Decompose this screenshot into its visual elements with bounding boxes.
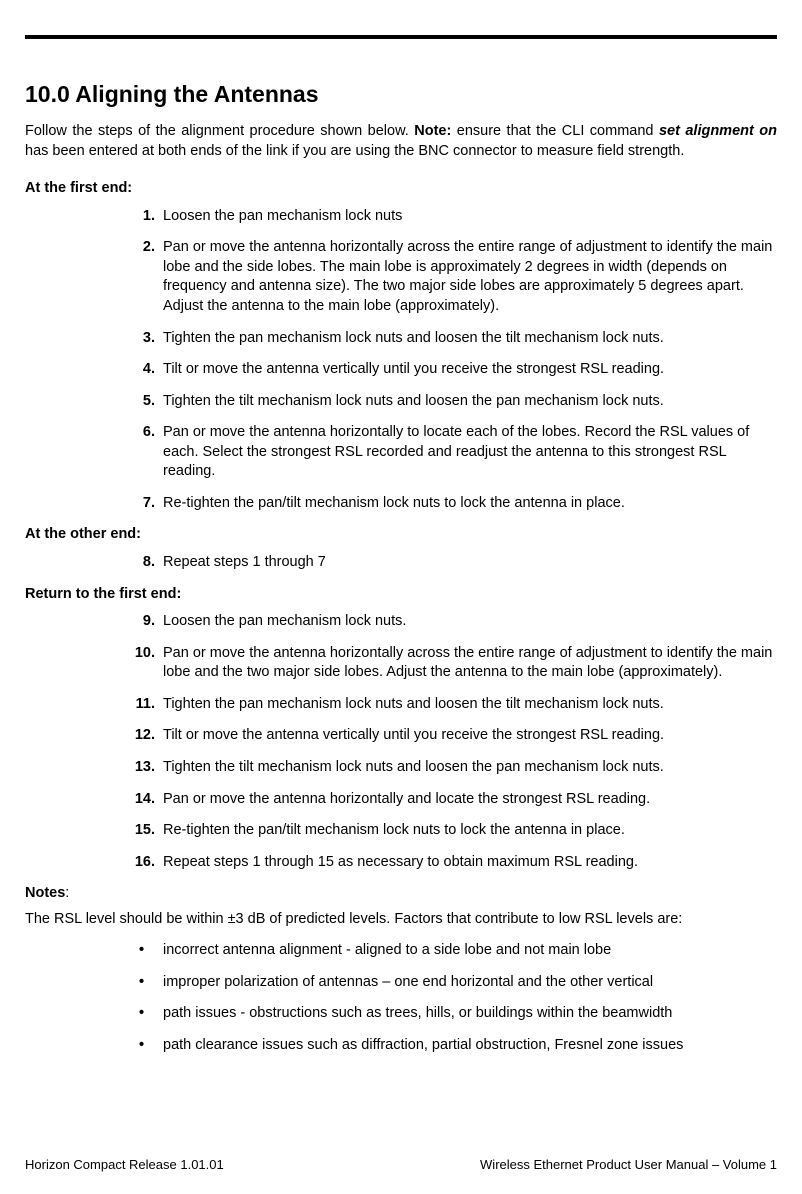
- step-text: Tighten the pan mechanism lock nuts and …: [163, 696, 664, 712]
- step-number: 13.: [127, 758, 155, 778]
- subhead-first-end: At the first end:: [25, 179, 777, 199]
- step-7: 7.Re-tighten the pan/tilt mechanism lock…: [135, 494, 777, 514]
- step-number: 12.: [127, 726, 155, 746]
- bullet-2: improper polarization of antennas – one …: [135, 973, 777, 993]
- intro-text-c: has been entered at both ends of the lin…: [25, 143, 684, 159]
- step-text: Tighten the tilt mechanism lock nuts and…: [163, 393, 664, 409]
- step-number: 3.: [127, 329, 155, 349]
- subhead-return-first: Return to the first end:: [25, 585, 777, 605]
- footer-right: Wireless Ethernet Product User Manual – …: [480, 1156, 777, 1174]
- step-text: Re-tighten the pan/tilt mechanism lock n…: [163, 822, 625, 838]
- step-text: Re-tighten the pan/tilt mechanism lock n…: [163, 495, 625, 511]
- step-text: Tilt or move the antenna vertically unti…: [163, 727, 664, 743]
- step-11: 11.Tighten the pan mechanism lock nuts a…: [135, 695, 777, 715]
- step-text: Tilt or move the antenna vertically unti…: [163, 361, 664, 377]
- steps-first-end: 1.Loosen the pan mechanism lock nuts 2.P…: [25, 207, 777, 514]
- step-number: 2.: [127, 238, 155, 258]
- step-text: Repeat steps 1 through 7: [163, 554, 326, 570]
- bullet-4: path clearance issues such as diffractio…: [135, 1036, 777, 1056]
- step-text: Loosen the pan mechanism lock nuts: [163, 208, 402, 224]
- steps-return-first: 9.Loosen the pan mechanism lock nuts. 10…: [25, 612, 777, 872]
- step-14: 14.Pan or move the antenna horizontally …: [135, 790, 777, 810]
- notes-colon: :: [65, 885, 69, 901]
- step-12: 12.Tilt or move the antenna vertically u…: [135, 726, 777, 746]
- step-number: 10.: [127, 644, 155, 664]
- step-8: 8.Repeat steps 1 through 7: [135, 553, 777, 573]
- bullet-1: incorrect antenna alignment - aligned to…: [135, 941, 777, 961]
- step-3: 3.Tighten the pan mechanism lock nuts an…: [135, 329, 777, 349]
- page-footer: Horizon Compact Release 1.01.01 Wireless…: [25, 1156, 777, 1174]
- notes-intro: The RSL level should be within ±3 dB of …: [25, 910, 777, 930]
- step-number: 1.: [127, 207, 155, 227]
- step-text: Loosen the pan mechanism lock nuts.: [163, 613, 406, 629]
- page-title: 10.0 Aligning the Antennas: [25, 79, 777, 110]
- notes-bullets: incorrect antenna alignment - aligned to…: [25, 941, 777, 1055]
- step-number: 11.: [127, 695, 155, 715]
- step-10: 10.Pan or move the antenna horizontally …: [135, 644, 777, 683]
- step-text: Repeat steps 1 through 15 as necessary t…: [163, 854, 638, 870]
- notes-heading: Notes:: [25, 884, 777, 904]
- step-number: 6.: [127, 423, 155, 443]
- intro-text-a: Follow the steps of the alignment proced…: [25, 123, 414, 139]
- step-text: Pan or move the antenna horizontally acr…: [163, 645, 772, 681]
- intro-paragraph: Follow the steps of the alignment proced…: [25, 122, 777, 161]
- notes-label: Notes: [25, 885, 65, 901]
- top-rule: [25, 35, 777, 39]
- step-1: 1.Loosen the pan mechanism lock nuts: [135, 207, 777, 227]
- step-number: 14.: [127, 790, 155, 810]
- step-4: 4.Tilt or move the antenna vertically un…: [135, 360, 777, 380]
- footer-left: Horizon Compact Release 1.01.01: [25, 1156, 224, 1174]
- subhead-other-end: At the other end:: [25, 525, 777, 545]
- note-label: Note:: [414, 123, 451, 139]
- step-text: Pan or move the antenna horizontally to …: [163, 424, 749, 479]
- step-number: 15.: [127, 821, 155, 841]
- step-number: 7.: [127, 494, 155, 514]
- step-2: 2.Pan or move the antenna horizontally a…: [135, 238, 777, 316]
- step-text: Tighten the tilt mechanism lock nuts and…: [163, 759, 664, 775]
- step-number: 8.: [127, 553, 155, 573]
- step-text: Pan or move the antenna horizontally acr…: [163, 239, 772, 314]
- step-5: 5.Tighten the tilt mechanism lock nuts a…: [135, 392, 777, 412]
- bullet-3: path issues - obstructions such as trees…: [135, 1004, 777, 1024]
- step-number: 4.: [127, 360, 155, 380]
- step-text: Tighten the pan mechanism lock nuts and …: [163, 330, 664, 346]
- step-16: 16.Repeat steps 1 through 15 as necessar…: [135, 853, 777, 873]
- step-6: 6.Pan or move the antenna horizontally t…: [135, 423, 777, 482]
- step-15: 15.Re-tighten the pan/tilt mechanism loc…: [135, 821, 777, 841]
- step-number: 5.: [127, 392, 155, 412]
- step-13: 13.Tighten the tilt mechanism lock nuts …: [135, 758, 777, 778]
- step-9: 9.Loosen the pan mechanism lock nuts.: [135, 612, 777, 632]
- step-number: 9.: [127, 612, 155, 632]
- cli-command: set alignment on: [659, 123, 777, 139]
- steps-other-end: 8. Repeat steps 1 through 7: [25, 553, 777, 573]
- step-number: 16.: [127, 853, 155, 873]
- step-text: Pan or move the antenna horizontally and…: [163, 791, 650, 807]
- intro-text-b: ensure that the CLI command: [451, 123, 659, 139]
